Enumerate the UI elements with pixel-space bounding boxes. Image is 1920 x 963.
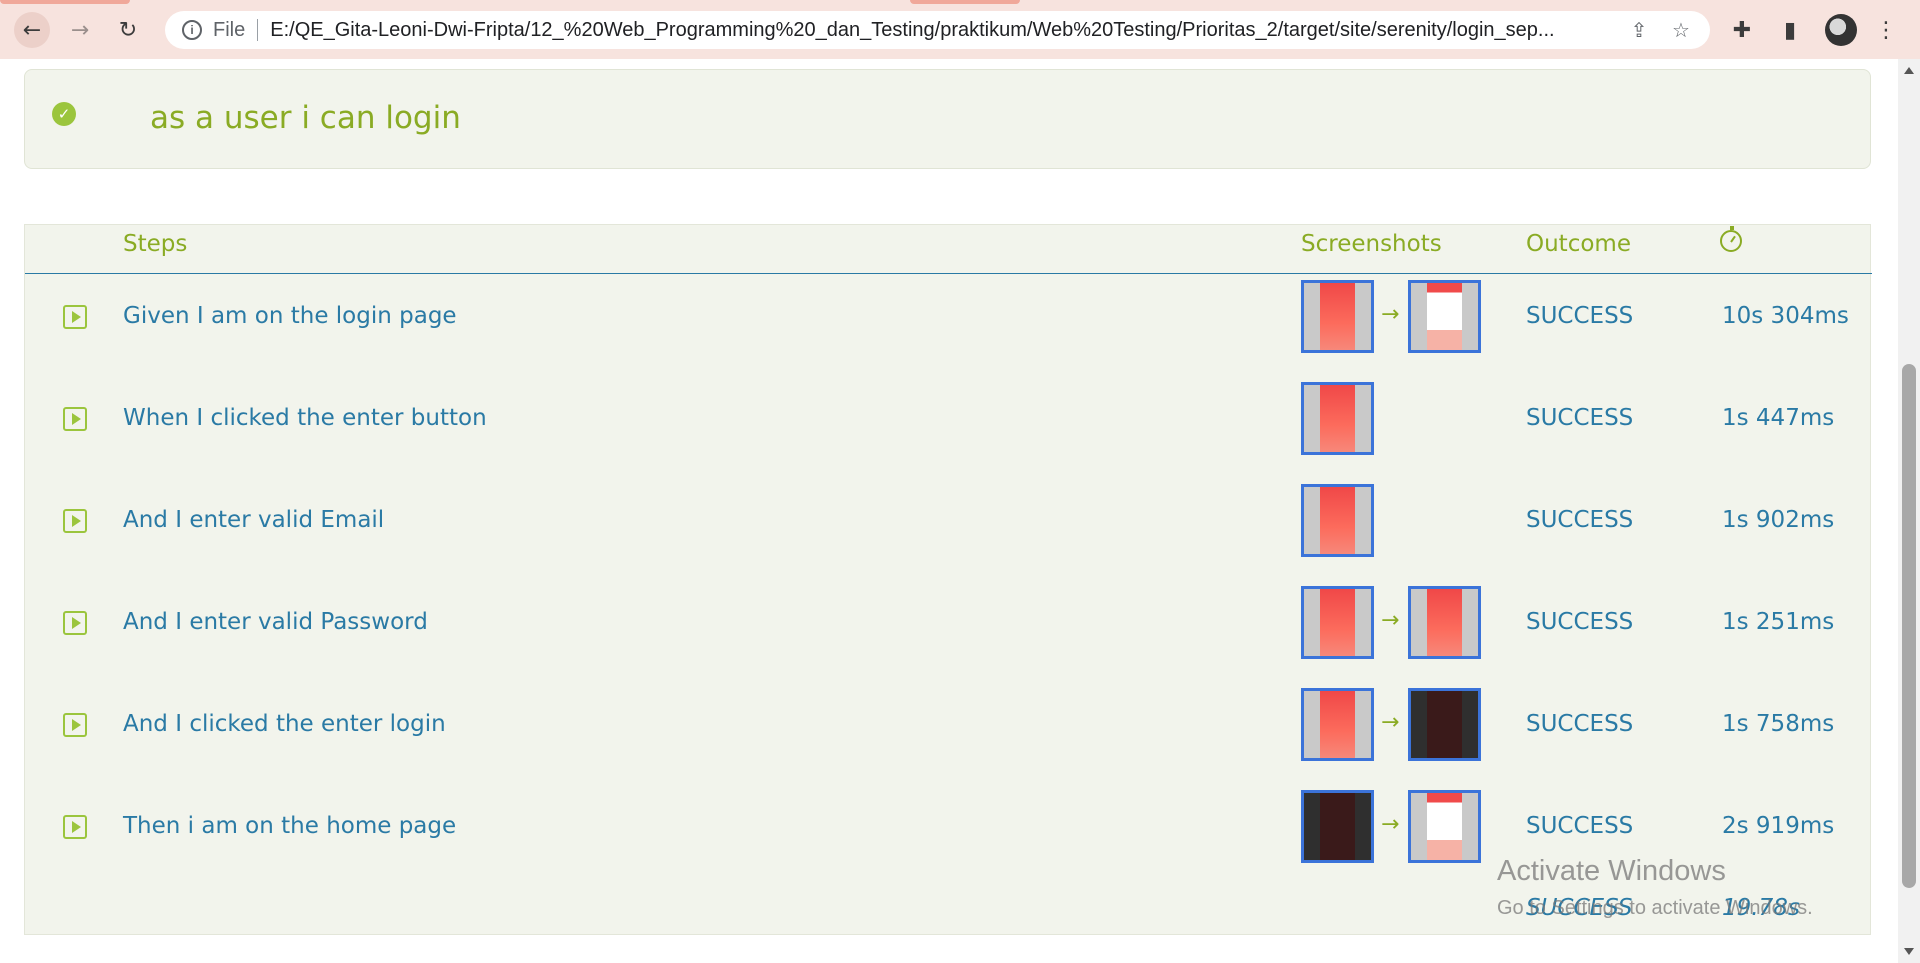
step-description[interactable]: When I clicked the enter button: [123, 405, 487, 431]
screenshot-thumbnail[interactable]: [1408, 280, 1481, 353]
step-description[interactable]: Given I am on the login page: [123, 303, 457, 329]
step-outcome: SUCCESS: [1526, 609, 1634, 635]
address-bar[interactable]: i File E:/QE_Gita-Leoni-Dwi-Fripta/12_%2…: [165, 11, 1710, 49]
screenshot-thumbnail[interactable]: [1301, 484, 1374, 557]
more-menu-icon[interactable]: ⋮: [1872, 16, 1900, 44]
play-icon[interactable]: [63, 815, 87, 839]
table-row: And I clicked the enter login → SUCCESS …: [25, 682, 1872, 784]
back-button[interactable]: ←: [14, 12, 50, 48]
arrow-right-icon: →: [1381, 302, 1400, 327]
file-scheme-label: File: [213, 18, 246, 41]
screenshot-thumbnail[interactable]: [1301, 586, 1374, 659]
info-icon[interactable]: i: [182, 20, 202, 40]
table-row: Given I am on the login page → SUCCESS 1…: [25, 274, 1872, 376]
share-icon[interactable]: ⇪: [1626, 17, 1652, 43]
table-row: When I clicked the enter button SUCCESS …: [25, 376, 1872, 478]
activate-windows-watermark-subtitle: Go to Settings to activate Windows.: [1497, 897, 1813, 919]
scroll-up-arrow-icon[interactable]: [1904, 67, 1914, 74]
forward-button[interactable]: →: [62, 12, 98, 48]
step-duration: 1s 902ms: [1722, 507, 1835, 533]
play-icon[interactable]: [63, 305, 87, 329]
arrow-left-icon: ←: [22, 17, 42, 43]
activate-windows-watermark-title: Activate Windows: [1497, 855, 1726, 887]
success-check-icon: ✓: [52, 102, 76, 126]
divider: [257, 19, 259, 41]
step-description[interactable]: Then i am on the home page: [123, 813, 456, 839]
step-outcome: SUCCESS: [1526, 405, 1634, 431]
scroll-down-arrow-icon[interactable]: [1904, 948, 1914, 955]
table-row: And I enter valid Email SUCCESS 1s 902ms: [25, 478, 1872, 580]
steps-table: Steps Screenshots Outcome Given I am on …: [24, 224, 1872, 935]
arrow-right-icon: →: [1381, 710, 1400, 735]
url-text[interactable]: E:/QE_Gita-Leoni-Dwi-Fripta/12_%20Web_Pr…: [270, 19, 1626, 42]
step-duration: 1s 758ms: [1722, 711, 1835, 737]
header-outcome: Outcome: [1526, 231, 1631, 257]
play-icon[interactable]: [63, 407, 87, 431]
header-steps: Steps: [123, 231, 188, 257]
header-screenshots: Screenshots: [1301, 231, 1442, 257]
side-panel-icon[interactable]: ▮: [1776, 16, 1804, 44]
play-icon[interactable]: [63, 611, 87, 635]
step-outcome: SUCCESS: [1526, 507, 1634, 533]
extensions-puzzle-icon[interactable]: ✚: [1728, 16, 1756, 44]
arrow-right-icon: →: [70, 17, 90, 43]
report-page: ✓ as a user i can login Steps Screenshot…: [0, 59, 1898, 963]
star-icon[interactable]: ☆: [1668, 17, 1694, 43]
arrow-right-icon: →: [1381, 608, 1400, 633]
step-outcome: SUCCESS: [1526, 711, 1634, 737]
step-outcome: SUCCESS: [1526, 813, 1634, 839]
step-duration: 10s 304ms: [1722, 303, 1849, 329]
step-duration: 1s 447ms: [1722, 405, 1835, 431]
reload-button[interactable]: ↻: [110, 12, 146, 48]
screenshot-thumbnail[interactable]: [1408, 586, 1481, 659]
play-icon[interactable]: [63, 713, 87, 737]
screenshot-thumbnail[interactable]: [1408, 688, 1481, 761]
vertical-scrollbar[interactable]: [1898, 59, 1920, 963]
screenshot-thumbnail[interactable]: [1301, 280, 1374, 353]
scenario-title-card: ✓ as a user i can login: [24, 69, 1871, 169]
tab-strip-edge: [910, 0, 1020, 4]
stopwatch-icon: [1720, 226, 1742, 252]
profile-avatar[interactable]: [1825, 14, 1857, 46]
scrollbar-thumb[interactable]: [1902, 364, 1916, 888]
browser-toolbar: ← → ↻ i File E:/QE_Gita-Leoni-Dwi-Fripta…: [0, 0, 1920, 59]
screenshot-thumbnail[interactable]: [1301, 688, 1374, 761]
scenario-title: as a user i can login: [150, 100, 461, 136]
screenshot-thumbnail[interactable]: [1301, 790, 1374, 863]
table-row: And I enter valid Password → SUCCESS 1s …: [25, 580, 1872, 682]
step-duration: 1s 251ms: [1722, 609, 1835, 635]
step-description[interactable]: And I clicked the enter login: [123, 711, 446, 737]
step-description[interactable]: And I enter valid Email: [123, 507, 384, 533]
play-icon[interactable]: [63, 509, 87, 533]
tab-strip-edge: [0, 0, 130, 4]
screenshot-thumbnail[interactable]: [1408, 790, 1481, 863]
step-description[interactable]: And I enter valid Password: [123, 609, 428, 635]
reload-icon: ↻: [118, 17, 138, 43]
arrow-right-icon: →: [1381, 812, 1400, 837]
step-duration: 2s 919ms: [1722, 813, 1835, 839]
step-outcome: SUCCESS: [1526, 303, 1634, 329]
screenshot-thumbnail[interactable]: [1301, 382, 1374, 455]
